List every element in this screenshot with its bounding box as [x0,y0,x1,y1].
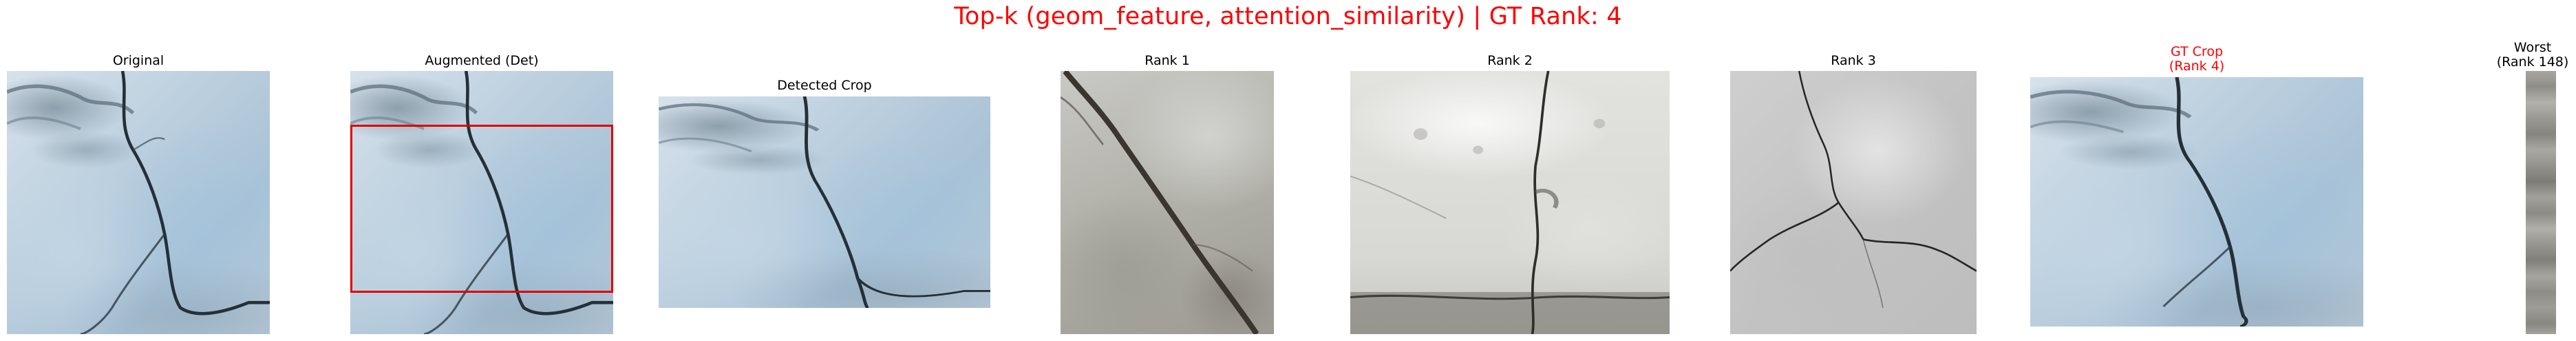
panel-title-worst: Worst (Rank 148) [2491,41,2574,70]
gt-crop-label-line1: GT Crop [2170,44,2224,59]
crack-overlay [2030,77,2248,327]
augmented-image [350,71,613,334]
rank-2-image [1350,71,1670,334]
detection-box [350,125,613,293]
panel-title-gt-crop: GT Crop (Rank 4) [2030,45,2363,74]
worst-label-line2: (Rank 148) [2496,54,2569,70]
gt-crop-image [2030,77,2363,327]
figure-title: Top-k (geom_feature, attention_similarit… [954,3,1622,30]
worst-label-line1: Worst [2513,40,2552,55]
crack-overlay [1061,71,1259,334]
panel-title-augmented: Augmented (Det) [425,53,539,68]
crack-overlay [1350,71,1670,334]
worst-image [2526,71,2556,334]
panel-title-original: Original [112,53,164,68]
crack-overlay [1730,71,1977,308]
detected-crop-image [659,96,990,308]
crack-overlay [659,96,990,308]
panel-title-rank-3: Rank 3 [1831,53,1876,68]
panel-title-detected-crop: Detected Crop [777,78,872,93]
rank-1-image [1061,71,1274,334]
panel-title-rank-1: Rank 1 [1145,53,1190,68]
figure: Top-k (geom_feature, attention_similarit… [0,0,2576,341]
panel-title-rank-2: Rank 2 [1487,53,1533,68]
original-image [7,71,270,334]
gt-crop-label-line2: (Rank 4) [2169,59,2225,74]
rank-3-image [1730,71,1977,334]
crack-overlay [7,71,270,334]
